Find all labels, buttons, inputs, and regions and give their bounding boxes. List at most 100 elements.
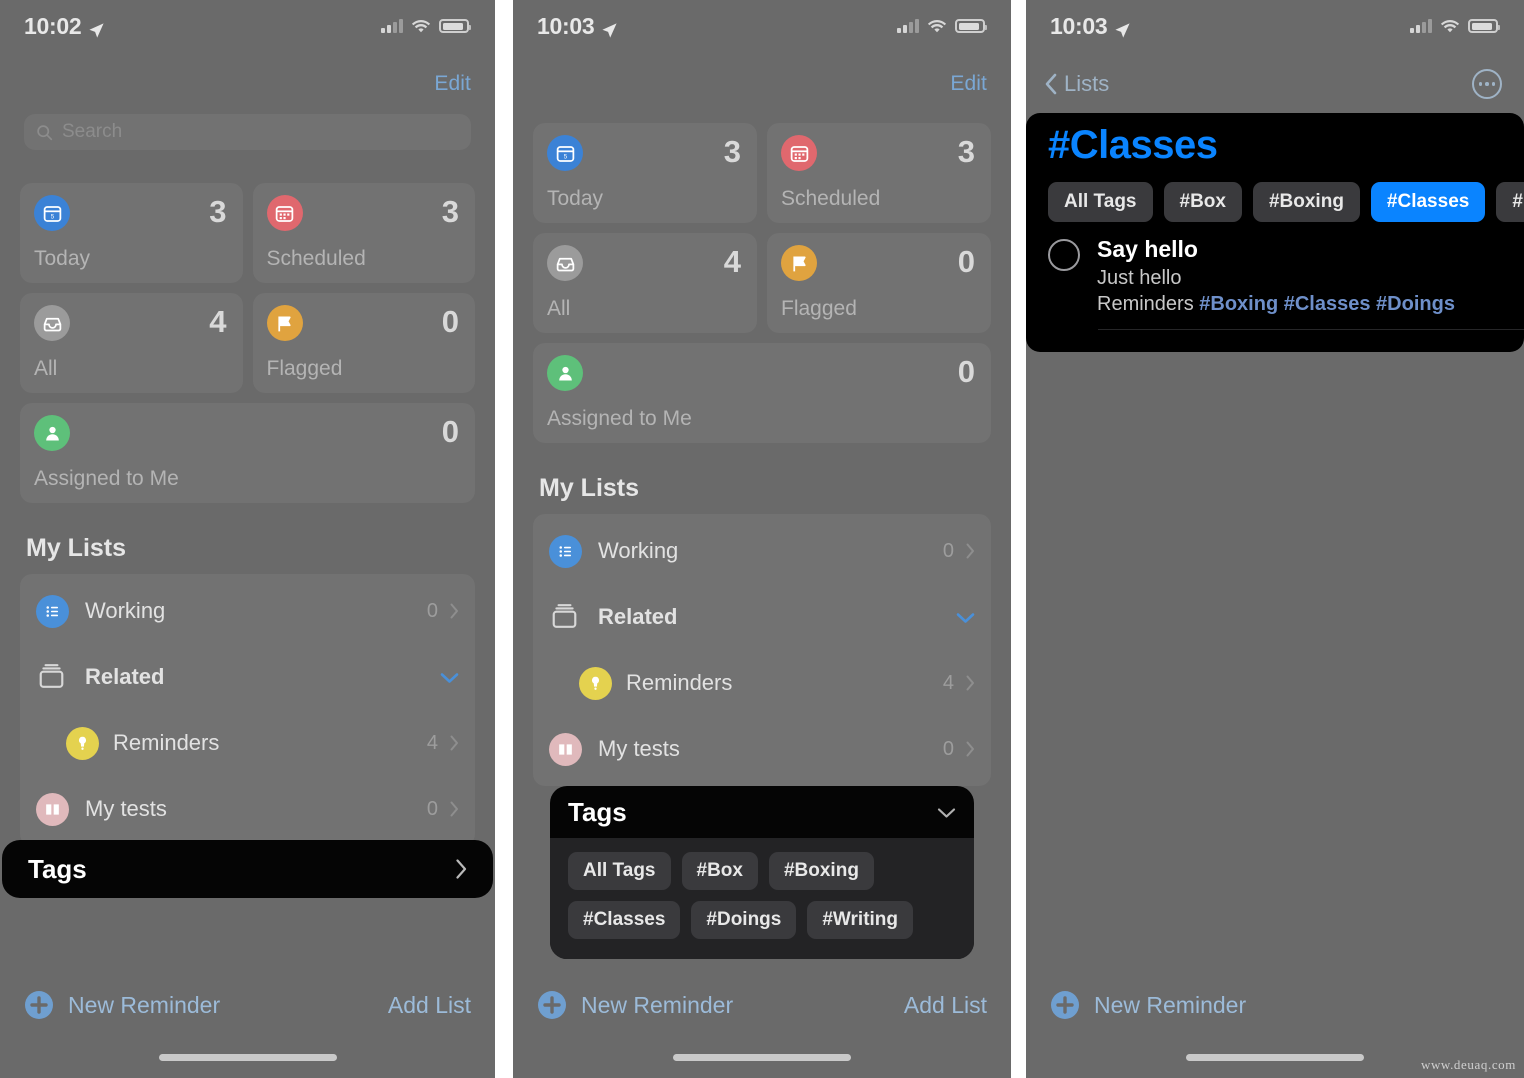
list-item-label: My tests xyxy=(598,736,680,761)
smart-cards-grid: 5 3 Today 3 Scheduled 4 All 0 Flagged 0 … xyxy=(533,123,991,443)
smart-cards-grid: 5 3 Today 3 Scheduled 4 All 0 Flagged 0 … xyxy=(20,183,475,503)
reminders-bulb-icon xyxy=(66,726,99,760)
circle-checkbox-icon[interactable] xyxy=(1048,239,1080,271)
smart-card-scheduled[interactable]: 3 Scheduled xyxy=(252,183,475,283)
smart-card-flagged[interactable]: 0 Flagged xyxy=(767,233,991,333)
ellipsis-circle-icon[interactable] xyxy=(1472,69,1502,99)
smart-card-label: Flagged xyxy=(781,297,857,320)
new-reminder-label: New Reminder xyxy=(1094,991,1247,1018)
ellipsis-dot xyxy=(1491,82,1496,86)
new-reminder-button[interactable]: New Reminder xyxy=(24,990,220,1020)
folder-group-icon xyxy=(549,602,582,632)
smart-card-assigned-to-me[interactable]: 0 Assigned to Me xyxy=(20,403,475,503)
smart-card-assigned-to-me[interactable]: 0 Assigned to Me xyxy=(533,343,991,443)
chevron-down-icon[interactable] xyxy=(440,671,459,683)
status-time: 10:03 xyxy=(537,12,595,39)
book-icon xyxy=(36,792,69,826)
reminder-row[interactable]: Say hello Just hello Reminders #Boxing #… xyxy=(1026,222,1524,316)
status-bar: 10:03 xyxy=(1026,0,1524,52)
ellipsis-dot xyxy=(1478,82,1483,86)
add-list-button[interactable]: Add List xyxy=(904,992,987,1019)
reminder-tag-doings: #Doings xyxy=(1376,293,1455,315)
reminder-divider xyxy=(1098,329,1524,330)
smart-card-label: All xyxy=(547,297,571,320)
my-lists-card: Working 0 Related Reminders 4 My tests 0 xyxy=(533,514,991,786)
list-item-reminders[interactable]: Reminders 4 xyxy=(20,710,475,776)
tag-chip-writing[interactable]: #Writing xyxy=(807,901,914,939)
tags-panel-header[interactable]: Tags xyxy=(550,786,974,838)
plus-circle-icon xyxy=(24,990,54,1020)
back-label: Lists xyxy=(1064,71,1110,96)
smart-card-count: 4 xyxy=(209,304,227,339)
smart-card-flagged[interactable]: 0 Flagged xyxy=(252,293,475,393)
location-arrow-icon xyxy=(1114,18,1131,38)
list-item-my-tests[interactable]: My tests 0 xyxy=(533,716,991,782)
book-icon xyxy=(549,732,582,766)
list-item-working[interactable]: Working 0 xyxy=(533,518,991,584)
site-watermark: www.deuaq.com xyxy=(1420,1057,1516,1072)
edit-button[interactable]: Edit xyxy=(950,72,987,96)
search-input[interactable]: Search xyxy=(24,114,471,150)
wifi-icon xyxy=(411,19,431,34)
smart-card-label: All xyxy=(34,357,58,380)
wifi-icon xyxy=(927,19,947,34)
cellular-bars-icon xyxy=(1410,19,1432,33)
tag-chip-classes-selected[interactable]: #Classes xyxy=(1370,182,1486,222)
list-item-count: 4 xyxy=(426,731,438,754)
list-item-trailing: 0 xyxy=(427,798,459,821)
tag-chip-all-tags[interactable]: All Tags xyxy=(568,852,671,890)
list-item-label: Working xyxy=(598,538,679,563)
tag-chip-box[interactable]: #Box xyxy=(681,852,758,890)
status-bar: 10:02 xyxy=(0,0,495,52)
list-item-trailing: 4 xyxy=(427,732,459,755)
chevron-down-icon[interactable] xyxy=(956,611,975,623)
tag-chip-classes[interactable]: #Classes xyxy=(568,901,681,939)
list-item-reminders[interactable]: Reminders 4 xyxy=(533,650,991,716)
list-item-working[interactable]: Working 0 xyxy=(20,578,475,644)
list-item-my-tests[interactable]: My tests 0 xyxy=(20,776,475,842)
tag-chip-boxing[interactable]: #Boxing xyxy=(1252,182,1360,222)
reminder-list-name: Reminders xyxy=(1097,293,1194,315)
new-reminder-button[interactable]: New Reminder xyxy=(537,990,733,1020)
list-group-label: Related xyxy=(85,664,165,689)
chevron-down-icon[interactable] xyxy=(937,806,956,818)
list-item-trailing: 0 xyxy=(427,600,459,623)
smart-card-scheduled[interactable]: 3 Scheduled xyxy=(767,123,991,223)
chevron-right-icon xyxy=(966,543,975,559)
new-reminder-button[interactable]: New Reminder xyxy=(1050,990,1246,1020)
back-to-lists-button[interactable]: Lists xyxy=(1044,71,1109,97)
wifi-icon xyxy=(1440,19,1460,34)
tag-chip-doings[interactable]: #Doings xyxy=(691,901,797,939)
tag-chip-box[interactable]: #Box xyxy=(1163,182,1242,222)
smart-card-all[interactable]: 4 All xyxy=(533,233,757,333)
tag-filter-chip-row[interactable]: All Tags #Box #Boxing #Classes #Doings xyxy=(1026,168,1524,222)
nav-bar: Edit xyxy=(513,62,1011,106)
tags-row-highlighted[interactable]: Tags xyxy=(2,840,493,898)
smart-card-label: Flagged xyxy=(266,357,343,380)
nav-bar: Edit xyxy=(0,62,495,106)
list-item-count: 0 xyxy=(942,539,954,562)
smart-card-label: Assigned to Me xyxy=(547,407,692,430)
status-time-group: 10:03 xyxy=(537,13,618,40)
list-item-trailing: 4 xyxy=(943,672,975,695)
smart-card-all[interactable]: 4 All xyxy=(20,293,243,393)
inbox-tray-icon xyxy=(34,305,70,341)
calendar-icon xyxy=(266,195,303,231)
tag-chip-all-tags[interactable]: All Tags xyxy=(1048,182,1153,222)
reminder-meta: Reminders #Boxing #Classes #Doings xyxy=(1097,293,1455,316)
list-group-related[interactable]: Related xyxy=(533,584,991,650)
tag-chip-doings[interactable]: #Doings xyxy=(1496,182,1524,222)
phone-panel-1: 10:02 Edit Search 5 3 Today 3 Scheduled … xyxy=(0,0,495,1078)
list-group-related[interactable]: Related xyxy=(20,644,475,710)
folder-group-icon xyxy=(36,662,69,692)
bulleted-list-icon xyxy=(36,594,69,628)
smart-card-today[interactable]: 5 3 Today xyxy=(20,183,243,283)
add-list-button[interactable]: Add List xyxy=(388,992,471,1019)
home-indicator xyxy=(673,1054,851,1061)
edit-button[interactable]: Edit xyxy=(434,72,471,96)
smart-card-label: Scheduled xyxy=(781,187,881,210)
tag-chip-boxing[interactable]: #Boxing xyxy=(768,852,874,890)
search-icon xyxy=(36,124,53,141)
bottom-toolbar-row: New Reminder Add List xyxy=(537,990,987,1020)
smart-card-today[interactable]: 5 3 Today xyxy=(533,123,757,223)
